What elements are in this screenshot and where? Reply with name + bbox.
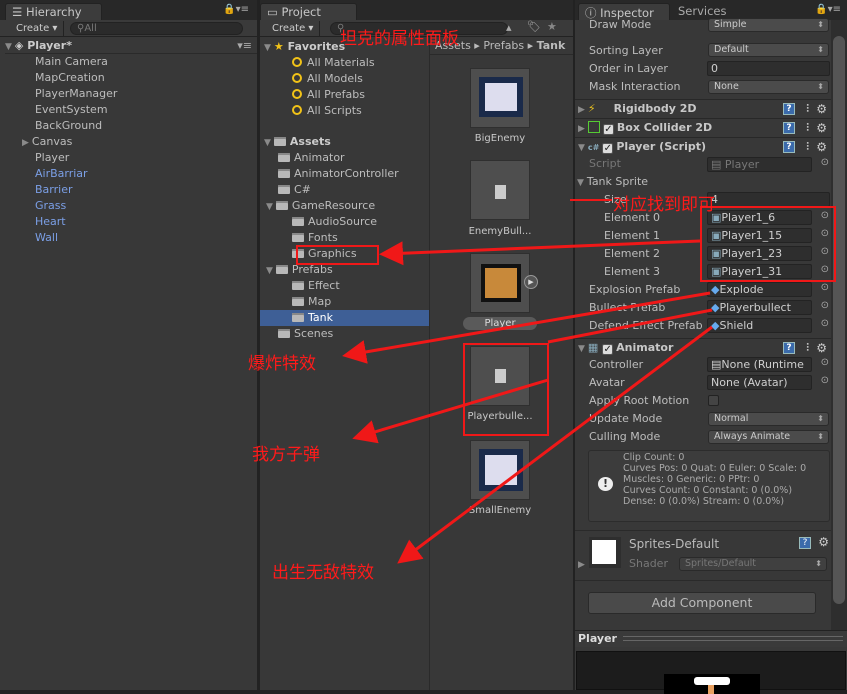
highlight-graphics <box>296 245 379 265</box>
annotation-text: 出生无敌特效 <box>272 563 374 583</box>
arrow-graphics <box>379 239 701 266</box>
annotation-text: 爆炸特效 <box>248 354 316 374</box>
annotation-text: 坦克的属性面板 <box>340 29 459 49</box>
annotation-arrows <box>342 199 713 564</box>
line-bullet <box>547 308 713 344</box>
annotation-text: 我方子弹 <box>252 445 320 465</box>
annotation-text: 对应找到即可 <box>613 195 715 215</box>
highlight-playerbullet <box>463 343 549 436</box>
highlight-elements <box>700 206 836 282</box>
arrow-shield <box>397 325 713 564</box>
